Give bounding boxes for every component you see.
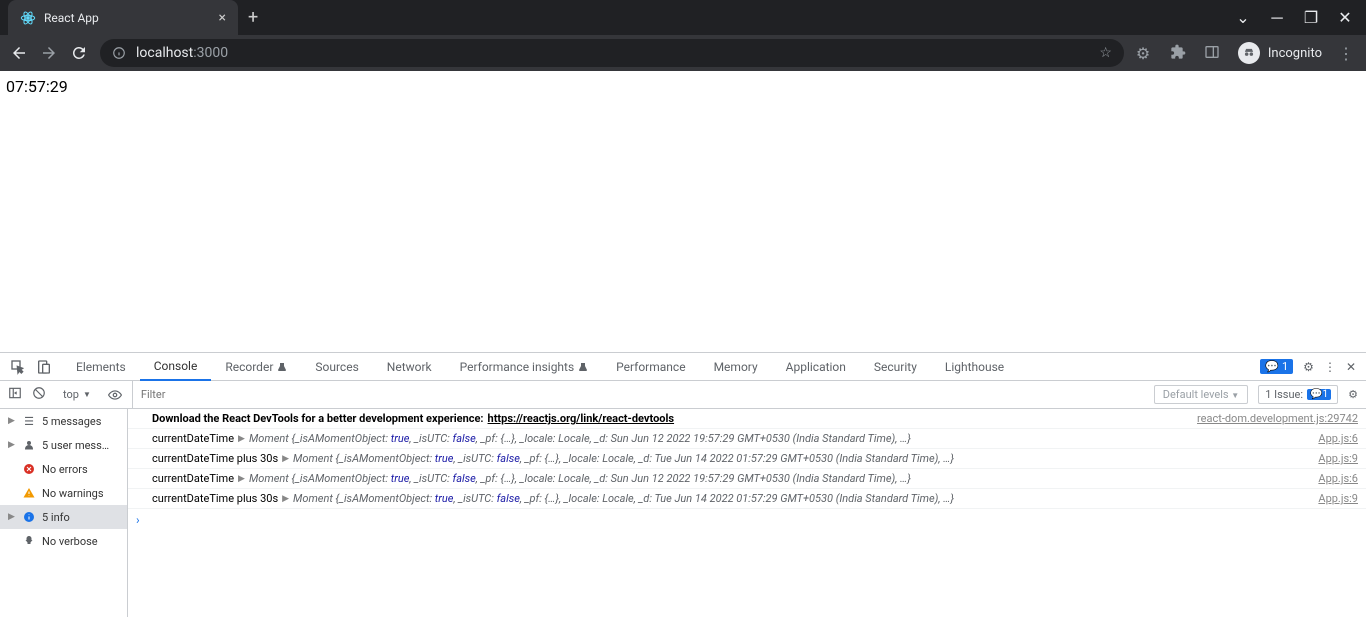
extension-icon[interactable]: ⚙ bbox=[1136, 44, 1154, 62]
console-settings-icon[interactable]: ⚙ bbox=[1348, 388, 1358, 401]
close-devtools-icon[interactable]: ✕ bbox=[1346, 360, 1356, 374]
console-toolbar: top ▼ Default levels ▼ 1 Issue: 💬1 ⚙ bbox=[0, 381, 1366, 409]
message-text: Download the React DevTools for a better… bbox=[152, 412, 484, 425]
filter-input[interactable] bbox=[141, 388, 1136, 401]
close-window-button[interactable]: ✕ bbox=[1338, 11, 1352, 25]
source-link[interactable]: App.js:6 bbox=[1306, 472, 1358, 485]
sidebar-toggle-icon[interactable] bbox=[8, 386, 22, 403]
extensions-icon[interactable] bbox=[1170, 44, 1188, 62]
incognito-label: Incognito bbox=[1268, 46, 1322, 61]
expand-icon[interactable]: ▶ bbox=[238, 434, 245, 444]
beaker-icon bbox=[277, 362, 287, 372]
incognito-indicator[interactable]: Incognito bbox=[1238, 42, 1322, 64]
source-link[interactable]: react-dom.development.js:29742 bbox=[1185, 412, 1358, 425]
tab-recorder[interactable]: Recorder bbox=[211, 353, 301, 381]
url-host: localhost bbox=[136, 45, 193, 61]
forward-button[interactable] bbox=[40, 44, 58, 62]
tab-elements[interactable]: Elements bbox=[62, 353, 140, 381]
user-icon bbox=[22, 438, 36, 452]
close-tab-icon[interactable]: × bbox=[219, 10, 226, 26]
log-levels-selector[interactable]: Default levels ▼ bbox=[1154, 385, 1248, 404]
sidebar-verbose[interactable]: No verbose bbox=[0, 529, 127, 553]
kebab-menu-icon[interactable]: ⋮ bbox=[1338, 44, 1356, 62]
source-link[interactable]: App.js:9 bbox=[1306, 492, 1358, 505]
back-button[interactable] bbox=[10, 44, 28, 62]
list-icon: ☰ bbox=[22, 414, 36, 428]
live-expression-icon[interactable] bbox=[108, 388, 122, 402]
issues-button[interactable]: 1 Issue: 💬1 bbox=[1258, 385, 1338, 404]
sidebar-user-messages[interactable]: ▶5 user mess… bbox=[0, 433, 127, 457]
console-message[interactable]: currentDateTime plus 30s ▶Moment {_isAMo… bbox=[128, 489, 1366, 509]
devtools-tabs: Elements Console Recorder Sources Networ… bbox=[0, 353, 1366, 381]
tab-performance[interactable]: Performance bbox=[602, 353, 699, 381]
verbose-icon bbox=[22, 534, 36, 548]
time-display: 07:57:29 bbox=[6, 77, 68, 96]
tab-security[interactable]: Security bbox=[860, 353, 931, 381]
devtools-link[interactable]: https://reactjs.org/link/react-devtools bbox=[488, 412, 675, 425]
filter-box bbox=[132, 381, 1144, 408]
source-link[interactable]: App.js:9 bbox=[1306, 452, 1358, 465]
expand-icon[interactable]: ▶ bbox=[238, 474, 245, 484]
tab-network[interactable]: Network bbox=[373, 353, 446, 381]
url-input[interactable]: localhost:3000 ☆ bbox=[100, 39, 1124, 67]
browser-tab-bar: React App × + ⌄ ─ ❐ ✕ bbox=[0, 0, 1366, 35]
maximize-button[interactable]: ❐ bbox=[1304, 11, 1318, 25]
minimize-button[interactable]: ─ bbox=[1270, 11, 1284, 25]
device-icon[interactable] bbox=[36, 359, 52, 375]
incognito-icon bbox=[1238, 42, 1260, 64]
console-sidebar: ▶☰5 messages ▶5 user mess… No errors No … bbox=[0, 409, 128, 617]
react-logo-icon bbox=[20, 10, 36, 26]
address-bar: localhost:3000 ☆ ⚙ Incognito ⋮ bbox=[0, 35, 1366, 71]
console-message[interactable]: currentDateTime ▶Moment {_isAMomentObjec… bbox=[128, 469, 1366, 489]
inspect-icon[interactable] bbox=[10, 359, 26, 375]
tab-sources[interactable]: Sources bbox=[301, 353, 372, 381]
console-message[interactable]: currentDateTime plus 30s ▶Moment {_isAMo… bbox=[128, 449, 1366, 469]
info-icon bbox=[22, 510, 36, 524]
context-selector[interactable]: top ▼ bbox=[56, 385, 98, 404]
error-icon bbox=[22, 462, 36, 476]
source-link[interactable]: App.js:6 bbox=[1306, 432, 1358, 445]
gear-icon[interactable]: ⚙ bbox=[1303, 360, 1314, 374]
warning-icon bbox=[22, 486, 36, 500]
sidebar-warnings[interactable]: No warnings bbox=[0, 481, 127, 505]
tab-lighthouse[interactable]: Lighthouse bbox=[931, 353, 1018, 381]
kebab-icon[interactable]: ⋮ bbox=[1324, 360, 1336, 374]
tab-perf-insights[interactable]: Performance insights bbox=[446, 353, 603, 381]
panel-icon[interactable] bbox=[1204, 44, 1222, 62]
feedback-button[interactable]: 💬1 bbox=[1260, 359, 1293, 374]
reload-button[interactable] bbox=[70, 44, 88, 62]
chevron-down-icon[interactable]: ⌄ bbox=[1236, 11, 1250, 25]
tab-application[interactable]: Application bbox=[772, 353, 860, 381]
sidebar-info[interactable]: ▶5 info bbox=[0, 505, 127, 529]
tab-memory[interactable]: Memory bbox=[700, 353, 772, 381]
beaker-icon bbox=[578, 362, 588, 372]
tab-console[interactable]: Console bbox=[140, 353, 212, 381]
browser-tab[interactable]: React App × bbox=[8, 0, 238, 35]
info-icon bbox=[112, 46, 126, 60]
console-prompt[interactable]: › bbox=[128, 509, 1366, 531]
expand-icon[interactable]: ▶ bbox=[282, 454, 289, 464]
console-message[interactable]: currentDateTime ▶Moment {_isAMomentObjec… bbox=[128, 429, 1366, 449]
url-port: :3000 bbox=[193, 45, 228, 61]
new-tab-button[interactable]: + bbox=[248, 7, 258, 28]
console-output: Download the React DevTools for a better… bbox=[128, 409, 1366, 617]
clear-console-icon[interactable] bbox=[32, 386, 46, 403]
expand-icon[interactable]: ▶ bbox=[282, 494, 289, 504]
tab-title: React App bbox=[44, 11, 211, 25]
console-message[interactable]: Download the React DevTools for a better… bbox=[128, 409, 1366, 429]
bookmark-icon[interactable]: ☆ bbox=[1099, 45, 1112, 61]
devtools-panel: Elements Console Recorder Sources Networ… bbox=[0, 352, 1366, 617]
sidebar-messages[interactable]: ▶☰5 messages bbox=[0, 409, 127, 433]
page-content: 07:57:29 bbox=[0, 71, 1366, 352]
sidebar-errors[interactable]: No errors bbox=[0, 457, 127, 481]
